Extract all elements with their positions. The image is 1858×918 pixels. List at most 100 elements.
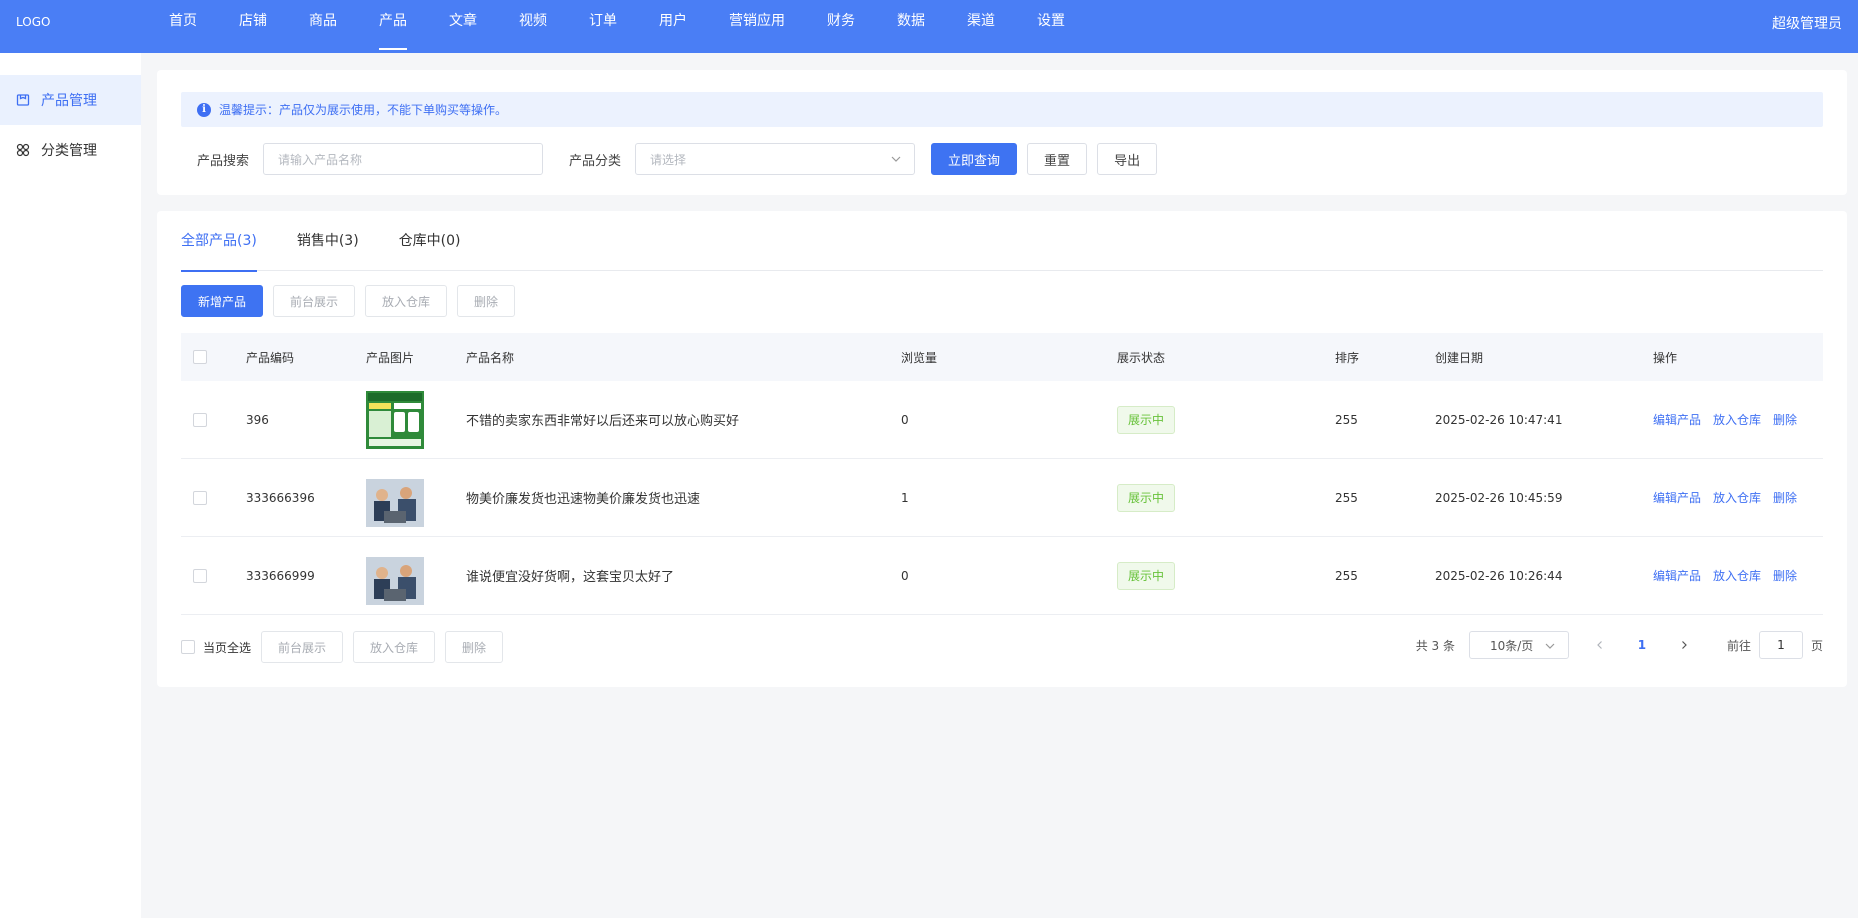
delete-link[interactable]: 删除	[1773, 411, 1797, 428]
header-views: 浏览量	[901, 350, 938, 365]
nav-item-product[interactable]: 产品	[358, 0, 428, 53]
notice-banner: i 温馨提示：产品仅为展示使用，不能下单购买等操作。	[181, 92, 1823, 127]
delete-link[interactable]: 删除	[1773, 567, 1797, 584]
goto-page-input[interactable]: 1	[1758, 631, 1803, 659]
search-placeholder: 请输入产品名称	[278, 152, 363, 167]
move-to-warehouse-button[interactable]: 放入仓库	[365, 285, 448, 317]
chevron-right-icon	[1682, 641, 1687, 649]
info-icon: i	[197, 102, 211, 117]
page-size-select[interactable]: 10条/页	[1468, 631, 1569, 659]
sidebar-item-label: 分类管理	[41, 143, 97, 159]
table-footer-actions: 当页全选 前台展示 放入仓库 删除	[181, 631, 504, 663]
product-name: 谁说便宜没好货啊，这套宝贝太好了	[466, 570, 675, 585]
nav-item-channel[interactable]: 渠道	[946, 0, 1016, 53]
footer-show-frontend-button[interactable]: 前台展示	[261, 631, 344, 663]
chevron-down-icon	[1545, 643, 1555, 649]
page-unit-label: 页	[1810, 638, 1823, 653]
tab-all[interactable]: 全部产品(3)	[181, 211, 257, 272]
search-form: 产品搜索 请输入产品名称 产品分类 请选择 立即查询 重置 导出	[197, 143, 1158, 175]
row-checkbox[interactable]	[193, 412, 207, 427]
product-sort: 255	[1335, 412, 1358, 427]
nav-item-order[interactable]: 订单	[568, 0, 638, 53]
product-code: 333666999	[246, 568, 315, 583]
category-placeholder: 请选择	[650, 152, 687, 167]
move-to-warehouse-link[interactable]: 放入仓库	[1713, 489, 1761, 506]
notice-text: 温馨提示：产品仅为展示使用，不能下单购买等操作。	[219, 103, 508, 117]
nav-item-user[interactable]: 用户	[638, 0, 708, 53]
row-checkbox[interactable]	[193, 490, 207, 505]
move-to-warehouse-link[interactable]: 放入仓库	[1713, 411, 1761, 428]
move-to-warehouse-link[interactable]: 放入仓库	[1713, 567, 1761, 584]
header-date: 创建日期	[1435, 350, 1484, 365]
row-checkbox[interactable]	[193, 568, 207, 583]
nav-item-settings[interactable]: 设置	[1016, 0, 1086, 53]
status-tabs: 全部产品(3) 销售中(3) 仓库中(0)	[181, 211, 1823, 272]
logo[interactable]: LOGO	[16, 15, 50, 29]
select-all-checkbox[interactable]	[193, 350, 207, 364]
sidebar-item-category-management[interactable]: 分类管理	[0, 125, 141, 175]
add-product-button[interactable]: 新增产品	[181, 285, 264, 317]
product-thumbnail[interactable]	[366, 390, 424, 449]
select-page-checkbox[interactable]	[181, 640, 195, 654]
product-code: 333666396	[246, 490, 315, 505]
chevron-down-icon	[891, 156, 901, 162]
goto-label: 前往	[1726, 638, 1751, 653]
nav-item-article[interactable]: 文章	[428, 0, 498, 53]
table-row: 333666396 物美价廉发货也迅速物美价廉发货也迅速 1 展示中 255 2…	[181, 459, 1823, 537]
header-image: 产品图片	[366, 350, 415, 365]
query-button[interactable]: 立即查询	[931, 143, 1018, 175]
user-menu[interactable]: 超级管理员	[1772, 13, 1842, 33]
search-input[interactable]: 请输入产品名称	[263, 143, 544, 175]
footer-delete-button[interactable]: 删除	[445, 631, 504, 663]
category-label: 产品分类	[569, 153, 622, 169]
nav-item-home[interactable]: 首页	[148, 0, 218, 53]
product-views: 1	[901, 490, 909, 505]
delete-link[interactable]: 删除	[1773, 489, 1797, 506]
status-badge: 展示中	[1117, 483, 1176, 512]
keyword-label: 产品搜索	[197, 153, 250, 169]
sidebar-item-product-management[interactable]: 产品管理	[0, 75, 141, 125]
footer-move-to-warehouse-button[interactable]: 放入仓库	[353, 631, 436, 663]
delete-button[interactable]: 删除	[457, 285, 516, 317]
bulk-actions: 新增产品 前台展示 放入仓库 删除	[181, 285, 525, 317]
page-number-current[interactable]: 1	[1627, 631, 1657, 659]
select-page-label[interactable]: 当页全选	[203, 639, 251, 656]
category-select[interactable]: 请选择	[635, 143, 916, 175]
tab-on-sale[interactable]: 销售中(3)	[297, 211, 359, 271]
edit-product-link[interactable]: 编辑产品	[1653, 567, 1701, 584]
status-badge: 展示中	[1117, 405, 1176, 434]
table-header: 产品编码 产品图片 产品名称 浏览量 展示状态 排序 创建日期 操作	[181, 333, 1823, 381]
product-code: 396	[246, 412, 269, 427]
show-frontend-button[interactable]: 前台展示	[273, 285, 356, 317]
sidebar-item-label: 产品管理	[41, 93, 97, 109]
edit-product-link[interactable]: 编辑产品	[1653, 489, 1701, 506]
sidebar: 产品管理 分类管理	[0, 53, 141, 918]
next-page-button[interactable]	[1669, 631, 1699, 659]
product-date: 2025-02-26 10:47:41	[1435, 412, 1563, 427]
grid-icon	[14, 143, 32, 157]
product-views: 0	[901, 412, 909, 427]
product-list-panel: 全部产品(3) 销售中(3) 仓库中(0) 新增产品 前台展示 放入仓库 删除 …	[157, 211, 1847, 687]
nav-item-marketing[interactable]: 营销应用	[708, 0, 806, 53]
nav-item-goods[interactable]: 商品	[288, 0, 358, 53]
nav-item-shop[interactable]: 店铺	[218, 0, 288, 53]
total-count: 共 3 条	[1415, 638, 1455, 653]
nav-item-finance[interactable]: 财务	[806, 0, 876, 53]
product-thumbnail[interactable]	[366, 546, 424, 605]
table-row: 396 不错的卖家东西非常好以后还来可以放心购买好 0 展示中 255 2025…	[181, 381, 1823, 459]
product-thumbnail[interactable]	[366, 468, 424, 527]
prev-page-button[interactable]	[1585, 631, 1615, 659]
export-button[interactable]: 导出	[1097, 143, 1158, 175]
product-table: 产品编码 产品图片 产品名称 浏览量 展示状态 排序 创建日期 操作 396 不…	[181, 333, 1823, 615]
header-ops: 操作	[1653, 350, 1678, 365]
edit-product-link[interactable]: 编辑产品	[1653, 411, 1701, 428]
table-row: 333666999 谁说便宜没好货啊，这套宝贝太好了 0 展示中 255 202…	[181, 537, 1823, 615]
product-name: 不错的卖家东西非常好以后还来可以放心购买好	[466, 414, 740, 429]
tab-in-warehouse[interactable]: 仓库中(0)	[399, 211, 461, 271]
reset-button[interactable]: 重置	[1027, 143, 1088, 175]
nav-item-data[interactable]: 数据	[876, 0, 946, 53]
search-panel: i 温馨提示：产品仅为展示使用，不能下单购买等操作。 产品搜索 请输入产品名称 …	[157, 70, 1847, 195]
product-date: 2025-02-26 10:26:44	[1435, 568, 1563, 583]
top-navbar: LOGO 首页 店铺 商品 产品 文章 视频 订单 用户 营销应用 财务 数据 …	[0, 0, 1858, 53]
nav-item-video[interactable]: 视频	[498, 0, 568, 53]
